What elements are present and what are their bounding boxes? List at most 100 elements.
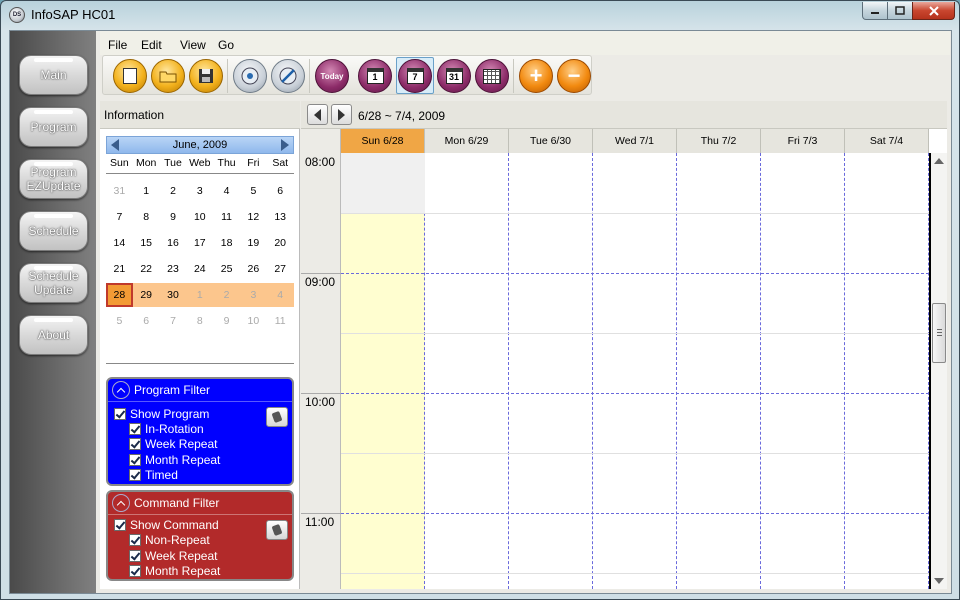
grid-view-button[interactable] [475, 59, 509, 93]
week-repeat-checkbox[interactable]: Week Repeat [129, 437, 218, 451]
minimize-button[interactable] [862, 2, 888, 20]
calendar-day[interactable]: 1 [186, 283, 214, 307]
close-button[interactable] [912, 2, 955, 20]
selected-slot[interactable] [341, 153, 425, 213]
in-rotation-checkbox[interactable]: In-Rotation [129, 422, 204, 436]
show-command-checkbox[interactable]: Show Command [114, 518, 219, 532]
disc-button[interactable] [233, 59, 267, 93]
clear-program-filter-button[interactable] [266, 407, 288, 427]
prev-week-button[interactable] [307, 104, 328, 125]
nav-schedule-button[interactable]: Schedule [19, 211, 88, 251]
calendar-day[interactable]: 7 [160, 309, 187, 331]
calendar-day[interactable]: 21 [106, 257, 133, 281]
calendar-prev-icon[interactable] [111, 139, 119, 151]
calendar-day[interactable]: 15 [133, 231, 160, 255]
non-repeat-checkbox[interactable]: Non-Repeat [129, 533, 210, 547]
timed-checkbox[interactable]: Timed [129, 468, 178, 482]
collapse-program-filter-button[interactable] [112, 381, 130, 399]
maximize-button[interactable] [887, 2, 913, 20]
calendar-day[interactable]: 2 [213, 283, 240, 307]
menu-file[interactable]: File [108, 38, 127, 52]
today-button[interactable]: Today [315, 59, 349, 93]
command-month-repeat-checkbox[interactable]: Month Repeat [129, 564, 220, 578]
week-view-button[interactable]: 7 [398, 59, 432, 93]
scroll-down-icon[interactable] [934, 578, 944, 584]
month-repeat-checkbox[interactable]: Month Repeat [129, 453, 220, 467]
calendar-day[interactable]: 6 [267, 179, 294, 203]
calendar-day[interactable]: 10 [240, 309, 267, 331]
remove-button[interactable]: − [557, 59, 591, 93]
calendar-day[interactable]: 24 [186, 257, 213, 281]
day-column[interactable] [341, 153, 425, 589]
calendar-day[interactable]: 25 [213, 257, 240, 281]
day-column[interactable] [509, 153, 593, 589]
calendar-day[interactable]: 3 [240, 283, 267, 307]
calendar-day[interactable]: 16 [160, 231, 187, 255]
day-column[interactable] [845, 153, 929, 589]
menu-go[interactable]: Go [218, 38, 234, 52]
calendar-day[interactable]: 10 [186, 205, 213, 229]
calendar-day[interactable]: 22 [133, 257, 160, 281]
calendar-day[interactable]: 3 [186, 179, 213, 203]
calendar-day[interactable]: 11 [267, 309, 294, 331]
calendar-day[interactable]: 11 [213, 205, 240, 229]
menu-edit[interactable]: Edit [141, 38, 162, 52]
month-view-button[interactable]: 31 [437, 59, 471, 93]
vertical-scrollbar[interactable] [929, 153, 947, 589]
calendar-day[interactable]: 6 [133, 309, 160, 331]
day-header[interactable]: Wed 7/1 [593, 129, 677, 153]
schedule-grid[interactable] [341, 153, 929, 589]
calendar-day[interactable]: 27 [267, 257, 294, 281]
calendar-day[interactable]: 8 [133, 205, 160, 229]
nav-program-ezupdate-button[interactable]: Program EZUpdate [19, 159, 88, 199]
calendar-day[interactable]: 14 [106, 231, 133, 255]
calendar-day[interactable]: 18 [213, 231, 240, 255]
add-button[interactable]: + [519, 59, 553, 93]
new-file-button[interactable] [113, 59, 147, 93]
title-bar[interactable]: DS InfoSAP HC01 [1, 1, 959, 28]
nav-schedule-update-button[interactable]: Schedule Update [19, 263, 88, 303]
collapse-command-filter-button[interactable] [112, 494, 130, 512]
calendar-day[interactable]: 12 [240, 205, 267, 229]
next-week-button[interactable] [331, 104, 352, 125]
show-program-checkbox[interactable]: Show Program [114, 407, 209, 421]
day-column[interactable] [761, 153, 845, 589]
disc-write-button[interactable] [271, 59, 305, 93]
menu-view[interactable]: View [180, 38, 206, 52]
calendar-day[interactable]: 8 [186, 309, 213, 331]
calendar-day[interactable]: 2 [160, 179, 187, 203]
calendar-day[interactable]: 4 [266, 283, 294, 307]
day-header[interactable]: Sun 6/28 [341, 129, 425, 153]
calendar-day[interactable]: 9 [213, 309, 240, 331]
calendar-day[interactable]: 23 [160, 257, 187, 281]
day-column[interactable] [677, 153, 761, 589]
day-header[interactable]: Tue 6/30 [509, 129, 593, 153]
nav-main-button[interactable]: Main [19, 55, 88, 95]
calendar-day[interactable]: 28 [106, 283, 133, 307]
calendar-day[interactable]: 20 [267, 231, 294, 255]
day-column[interactable] [425, 153, 509, 589]
calendar-day[interactable]: 7 [106, 205, 133, 229]
day-header[interactable]: Fri 7/3 [761, 129, 845, 153]
command-week-repeat-checkbox[interactable]: Week Repeat [129, 549, 218, 563]
day-header[interactable]: Thu 7/2 [677, 129, 761, 153]
open-folder-button[interactable] [151, 59, 185, 93]
calendar-day[interactable]: 4 [213, 179, 240, 203]
calendar-day[interactable]: 31 [106, 179, 133, 203]
calendar-day[interactable]: 5 [240, 179, 267, 203]
calendar-day[interactable]: 5 [106, 309, 133, 331]
day-view-button[interactable]: 1 [358, 59, 392, 93]
calendar-day[interactable]: 19 [240, 231, 267, 255]
save-button[interactable] [189, 59, 223, 93]
clear-command-filter-button[interactable] [266, 520, 288, 540]
day-column[interactable] [593, 153, 677, 589]
scroll-up-icon[interactable] [934, 158, 944, 164]
calendar-day[interactable]: 30 [159, 283, 187, 307]
calendar-day[interactable]: 17 [186, 231, 213, 255]
calendar-day[interactable]: 13 [267, 205, 294, 229]
nav-about-button[interactable]: About [19, 315, 88, 355]
day-header[interactable]: Sat 7/4 [845, 129, 929, 153]
calendar-next-icon[interactable] [281, 139, 289, 151]
calendar-day[interactable]: 1 [133, 179, 160, 203]
calendar-day[interactable]: 9 [160, 205, 187, 229]
